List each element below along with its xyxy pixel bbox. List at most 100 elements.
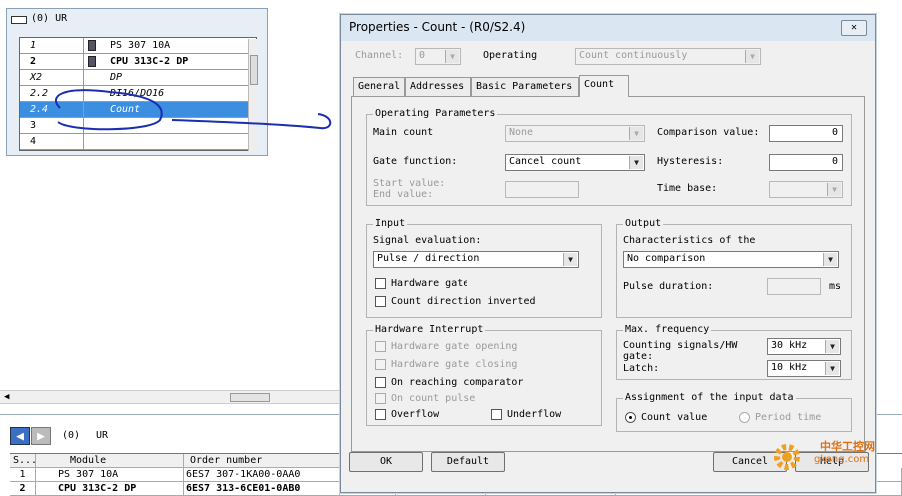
ok-button[interactable]: OK <box>349 452 423 472</box>
channel-select[interactable]: 0 ▼ <box>415 48 461 65</box>
pulse-duration-input <box>767 278 821 295</box>
count-direction-inverted-checkbox[interactable] <box>375 296 386 307</box>
table-cell: PS 307 10A <box>36 468 184 482</box>
hw-gate-opening-label: Hardware gate opening <box>391 341 518 352</box>
rack-row-selected[interactable]: 2.4 Count <box>20 102 256 118</box>
hardware-gate-checkbox[interactable] <box>375 278 386 289</box>
rack-slot: 2.2 <box>20 86 84 101</box>
signal-evaluation-select[interactable]: Pulse / direction ▼ <box>373 251 579 268</box>
hw-gate-closing-label: Hardware gate closing <box>391 359 518 370</box>
count-value-radio[interactable] <box>625 412 636 423</box>
hw-gate-opening-checkbox[interactable] <box>375 341 386 352</box>
chevron-down-icon: ▼ <box>629 156 643 169</box>
rack-scroll-thumb[interactable] <box>250 55 258 85</box>
channel-value: 0 <box>419 50 426 61</box>
gear-icon <box>774 444 800 470</box>
table-header[interactable]: Order number <box>184 454 340 468</box>
underflow-checkbox[interactable] <box>491 409 502 420</box>
underflow-label: Underflow <box>507 409 562 420</box>
tab-panel: Operating Parameters Main count None ▼ C… <box>351 96 865 452</box>
tab-general[interactable]: General <box>353 77 405 96</box>
dialog-title: Properties - Count - (R0/S2.4) <box>349 20 526 34</box>
table-cell: 1 <box>10 468 36 482</box>
rack-row[interactable]: 2 CPU 313C-2 DP <box>20 54 256 70</box>
tab-basic-parameters[interactable]: Basic Parameters <box>471 77 579 96</box>
reaching-comparator-checkbox[interactable] <box>375 377 386 388</box>
hardware-interrupt-group: Hardware Interrupt Hardware gate opening… <box>366 324 602 426</box>
watermark-logo: 中华工控网 gkong.com <box>770 436 890 476</box>
overflow-checkbox[interactable] <box>375 409 386 420</box>
hardware-gate-label: Hardware gate <box>391 278 467 289</box>
rack-module: PS 307 10A <box>110 40 171 51</box>
hysteresis-label: Hysteresis: <box>657 156 724 167</box>
input-group: Input Signal evaluation: Pulse / directi… <box>366 218 602 318</box>
characteristics-select[interactable]: No comparison ▼ <box>623 251 839 268</box>
time-base-select[interactable]: ▼ <box>769 181 843 198</box>
station-rack-name: UR <box>96 430 109 441</box>
count-pulse-label: On count pulse <box>391 393 476 404</box>
chevron-down-icon: ▼ <box>445 50 459 63</box>
comparison-value-label: Comparison value: <box>657 127 760 138</box>
chevron-down-icon: ▼ <box>745 50 759 63</box>
overflow-label: Overflow <box>391 409 440 420</box>
forward-arrow-icon[interactable]: ▶ <box>31 427 51 445</box>
group-title: Max. frequency <box>623 324 712 335</box>
back-arrow-icon[interactable]: ◀ <box>10 427 30 445</box>
end-value-label: End value: <box>373 189 434 200</box>
rack-slot: 2.4 <box>20 102 84 117</box>
group-title: Operating Parameters <box>373 108 498 119</box>
rack-row[interactable]: 3 <box>20 118 256 134</box>
characteristics-label: Characteristics of the <box>623 235 756 246</box>
characteristics-value: No comparison <box>627 253 706 264</box>
table-cell: 6ES7 307-1KA00-0AA0 <box>184 468 340 482</box>
main-count-label: Main count <box>373 127 434 138</box>
tab-addresses[interactable]: Addresses <box>405 77 471 96</box>
counting-signals-select[interactable]: 30 kHz ▼ <box>767 338 841 355</box>
dialog-titlebar[interactable]: Properties - Count - (R0/S2.4) ✕ <box>341 15 875 41</box>
rack-row[interactable]: 1 PS 307 10A <box>20 38 256 54</box>
rack-module: DI16/DO16 <box>110 88 165 99</box>
hw-gate-closing-checkbox[interactable] <box>375 359 386 370</box>
latch-value: 10 kHz <box>771 362 808 373</box>
module-icon <box>88 56 96 67</box>
rack-title: (0) UR <box>31 13 68 24</box>
rack-row[interactable]: 4 <box>20 134 256 150</box>
default-button[interactable]: Default <box>431 452 505 472</box>
group-title: Output <box>623 218 664 229</box>
chevron-down-icon: ▼ <box>825 362 839 375</box>
table-cell: 2 <box>10 482 36 496</box>
chevron-down-icon: ▼ <box>827 183 841 196</box>
gate-function-select[interactable]: Cancel count ▼ <box>505 154 645 171</box>
station-label: (0) <box>62 430 81 441</box>
group-title: Hardware Interrupt <box>373 324 486 335</box>
operating-mode-select[interactable]: Count continuously ▼ <box>575 48 761 65</box>
rack-row[interactable]: 2.2 DI16/DO16 <box>20 86 256 102</box>
output-group: Output Characteristics of the No compari… <box>616 218 852 318</box>
main-count-select[interactable]: None ▼ <box>505 125 645 142</box>
watermark-url: gkong.com <box>814 454 870 465</box>
tab-count[interactable]: Count <box>579 75 629 97</box>
table-header[interactable]: S... <box>10 454 36 468</box>
comparison-value-input[interactable]: 0 <box>769 125 843 142</box>
rack-row[interactable]: X2 DP <box>20 70 256 86</box>
operating-parameters-group: Operating Parameters Main count None ▼ C… <box>366 108 852 206</box>
chevron-down-icon: ▼ <box>823 253 837 266</box>
rack-slot: 2 <box>20 54 84 69</box>
horizontal-scroll-thumb[interactable] <box>230 393 270 402</box>
count-pulse-checkbox[interactable] <box>375 393 386 404</box>
count-value-label: Count value <box>641 412 707 423</box>
start-value-label: Start value: <box>373 178 446 189</box>
period-time-radio[interactable] <box>739 412 750 423</box>
channel-label: Channel: <box>355 50 404 61</box>
operating-mode-value: Count continuously <box>579 50 688 61</box>
reaching-comparator-label: On reaching comparator <box>391 377 524 388</box>
table-header[interactable]: Module <box>36 454 184 468</box>
rack-scrollbar[interactable] <box>248 39 258 151</box>
latch-select[interactable]: 10 kHz ▼ <box>767 360 841 377</box>
time-base-label: Time base: <box>657 183 718 194</box>
close-button[interactable]: ✕ <box>841 20 867 36</box>
scroll-left-icon[interactable]: ◀ <box>4 392 9 402</box>
hysteresis-input[interactable]: 0 <box>769 154 843 171</box>
signal-evaluation-label: Signal evaluation: <box>373 235 482 246</box>
horizontal-scrollbar[interactable]: ◀ <box>0 390 340 404</box>
